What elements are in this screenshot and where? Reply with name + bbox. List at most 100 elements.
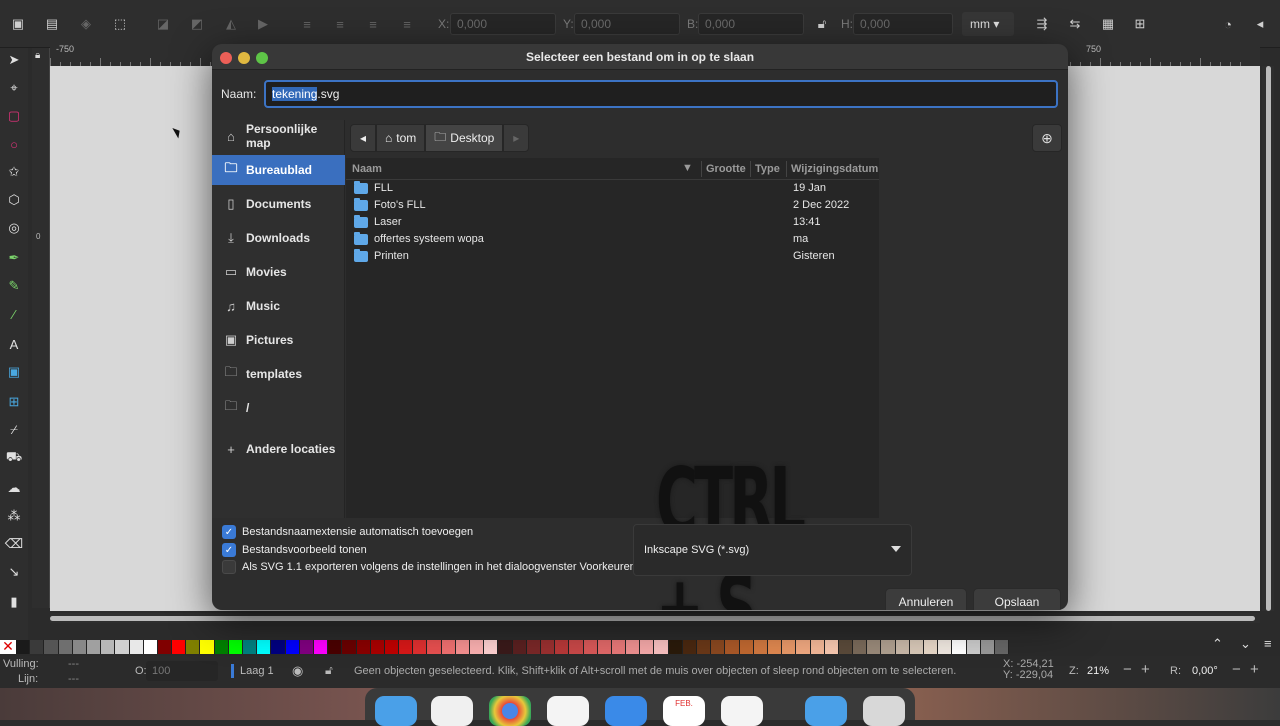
scale-stroke-icon[interactable]: ⇶ <box>1032 14 1052 34</box>
minimize-window-button[interactable] <box>238 52 250 64</box>
mesh-tool-icon[interactable]: ⊞ <box>4 392 24 412</box>
no-paint-swatch[interactable]: ✕ <box>0 639 16 654</box>
color-swatch[interactable] <box>654 640 669 654</box>
color-swatch[interactable] <box>583 640 598 654</box>
rectangle-tool-icon[interactable]: ▢ <box>4 106 24 126</box>
color-swatch[interactable] <box>526 640 541 654</box>
select-all-layers-icon[interactable]: ▤ <box>42 14 62 34</box>
lower-icon[interactable]: ≡ <box>363 14 383 34</box>
color-swatch[interactable] <box>682 640 697 654</box>
paint-bucket-tool-icon[interactable]: ⛟ <box>4 448 24 468</box>
color-swatch[interactable] <box>44 640 59 654</box>
ruler-lock-icon[interactable]: 🔒︎ <box>35 50 40 61</box>
scale-corners-icon[interactable]: ⇆ <box>1065 14 1085 34</box>
launchpad-icon[interactable] <box>431 696 473 726</box>
trash-icon[interactable] <box>863 696 905 726</box>
sidebar-item[interactable]: ▯ Documents <box>212 189 345 219</box>
sidebar-item[interactable]: ⌂ Persoonlijke map <box>212 121 345 151</box>
color-swatch[interactable] <box>739 640 754 654</box>
pencil-tool-icon[interactable]: ✎ <box>4 276 24 296</box>
color-swatch[interactable] <box>86 640 102 654</box>
option-svg11-export[interactable]: Als SVG 1.1 exporteren volgens de instel… <box>222 560 636 574</box>
color-swatch[interactable] <box>271 640 286 654</box>
palette-menu-icon[interactable]: ≡ <box>1264 636 1272 651</box>
color-swatch[interactable] <box>328 640 343 654</box>
measure-tool-icon[interactable]: ▮ <box>4 592 24 612</box>
color-swatch[interactable] <box>824 640 839 654</box>
column-size[interactable]: Grootte <box>706 163 746 175</box>
color-swatch[interactable] <box>143 640 158 654</box>
color-swatch[interactable] <box>285 640 300 654</box>
path-segment-desktop[interactable]: 🗀︎ Desktop <box>425 124 504 152</box>
node-tool-icon[interactable]: ⌖ <box>4 78 24 98</box>
color-swatch[interactable] <box>214 640 229 654</box>
filetype-select[interactable]: Inkscape SVG (*.svg) <box>633 524 912 576</box>
vertical-scroll-thumb[interactable] <box>1266 66 1271 611</box>
palette-up-icon[interactable]: ⌃ <box>1212 636 1223 652</box>
new-folder-icon[interactable]: ⊕ <box>1032 124 1062 152</box>
zoom-out-icon[interactable]: − <box>1123 661 1132 678</box>
color-swatch[interactable] <box>725 640 740 654</box>
snap-icon[interactable]: ◔ <box>1218 14 1238 34</box>
color-swatch[interactable] <box>370 640 385 654</box>
color-swatch[interactable] <box>356 640 371 654</box>
lower-to-bottom-icon[interactable]: ≡ <box>397 14 417 34</box>
color-swatch[interactable] <box>924 640 939 654</box>
color-swatch[interactable] <box>853 640 868 654</box>
zoom-in-icon[interactable]: + <box>1141 661 1150 678</box>
color-swatch[interactable] <box>597 640 612 654</box>
file-row[interactable]: FLL 19 Jan <box>346 180 879 197</box>
checkbox-checked-icon[interactable]: ✓ <box>222 525 236 539</box>
rotation-value[interactable]: 0,00° <box>1192 665 1218 677</box>
y-field[interactable]: 0,000 <box>574 13 680 35</box>
sort-desc-icon[interactable]: ▼ <box>682 162 693 174</box>
color-swatch[interactable] <box>711 640 726 654</box>
color-swatch[interactable] <box>611 640 627 654</box>
checkbox-unchecked-icon[interactable] <box>222 560 236 574</box>
eraser-tool-icon[interactable]: ⌫ <box>4 534 24 554</box>
color-swatch[interactable] <box>867 640 882 654</box>
path-segment-tom[interactable]: ⌂ tom <box>376 124 426 152</box>
color-swatch[interactable] <box>16 640 31 654</box>
x-field[interactable]: 0,000 <box>450 13 556 35</box>
select-all-icon[interactable]: ▣ <box>8 14 28 34</box>
color-swatch[interactable] <box>909 640 924 654</box>
filename-input[interactable]: tekening.svg <box>264 80 1058 108</box>
color-swatch[interactable] <box>441 640 456 654</box>
zoom-value[interactable]: 21% <box>1087 665 1109 677</box>
flip-vertical-icon[interactable]: ▶ <box>253 14 273 34</box>
color-swatch[interactable] <box>697 640 712 654</box>
calligraphy-tool-icon[interactable]: ⁄ <box>4 304 24 324</box>
inkscape-icon[interactable] <box>721 696 763 726</box>
color-swatch[interactable] <box>384 640 400 654</box>
height-field[interactable]: 0,000 <box>853 13 953 35</box>
column-name[interactable]: Naam <box>352 163 382 175</box>
sidebar-item[interactable]: 🗀︎ / <box>212 393 345 423</box>
color-swatch[interactable] <box>243 640 258 654</box>
rotate-ccw-status-icon[interactable]: − <box>1232 661 1241 678</box>
rotate-ccw-icon[interactable]: ◪ <box>153 14 173 34</box>
photos-icon[interactable] <box>547 696 589 726</box>
column-modified[interactable]: Wijzigingsdatum <box>791 163 878 175</box>
color-swatch[interactable] <box>427 640 442 654</box>
color-swatch[interactable] <box>58 640 73 654</box>
color-swatch[interactable] <box>994 640 1010 654</box>
file-row[interactable]: Foto's FLL 2 Dec 2022 <box>346 197 879 214</box>
file-row[interactable]: Printen Gisteren <box>346 248 879 265</box>
spiral-tool-icon[interactable]: ◎ <box>4 218 24 238</box>
color-swatch[interactable] <box>626 640 641 654</box>
sidebar-item[interactable]: + Andere locaties <box>212 434 345 464</box>
sidebar-item[interactable]: 🗀︎ templates <box>212 359 345 389</box>
unit-select[interactable]: mm ▾ <box>962 12 1014 36</box>
color-swatch[interactable] <box>470 640 485 654</box>
layer-name[interactable]: Laag 1 <box>240 665 274 677</box>
layer-lock-icon[interactable]: 🔓︎ <box>325 663 333 678</box>
visibility-icon[interactable]: ◉ <box>292 663 303 679</box>
option-auto-extension[interactable]: ✓ Bestandsnaamextensie automatisch toevoe… <box>222 525 473 539</box>
path-back-icon[interactable]: ◂ <box>350 124 376 152</box>
horizontal-scrollbar[interactable] <box>50 613 1260 623</box>
rotate-cw-icon[interactable]: ◩ <box>187 14 207 34</box>
text-tool-icon[interactable]: A <box>4 334 24 354</box>
sidebar-item[interactable]: ♫ Music <box>212 291 345 321</box>
color-swatch[interactable] <box>512 640 527 654</box>
